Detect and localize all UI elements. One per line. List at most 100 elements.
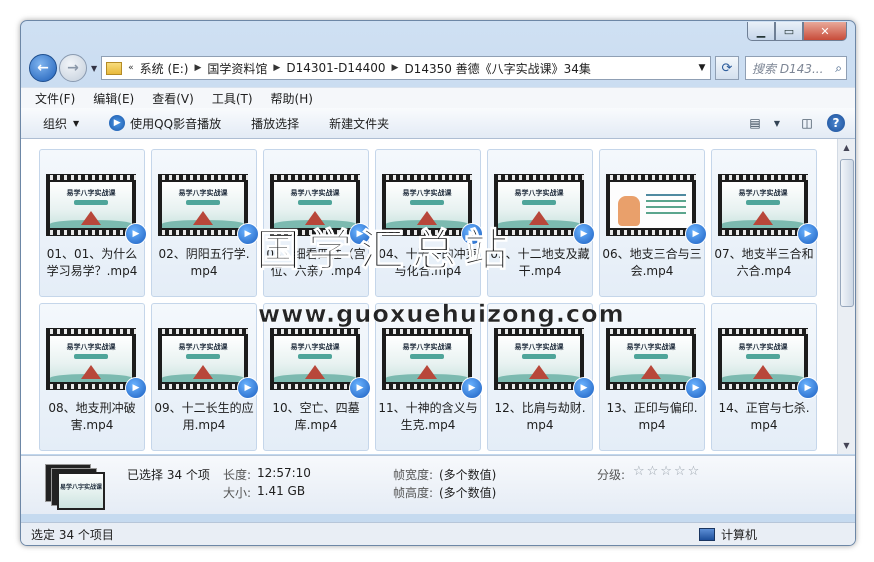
thumbnail-title: 易学八字实战课 — [738, 342, 788, 351]
breadcrumb-separator-icon[interactable]: ▶ — [392, 63, 399, 73]
file-list[interactable]: 易学八字实战课 ▶ 01、01、为什么学习易学？.mp4 易学八字实战课 ▶ 02、阴阳五… — [21, 139, 855, 454]
file-tile[interactable]: 易学八字实战课 ▶ 13、正印与偏印.mp4 — [599, 303, 707, 451]
play-with-qq-label: 使用QQ影音播放 — [130, 116, 222, 131]
thumbnail-subtitle-bar — [298, 354, 332, 359]
video-thumbnail: 易学八字实战课 — [158, 174, 248, 236]
recent-pages-dropdown-icon[interactable]: ▼ — [91, 64, 97, 73]
menu-help[interactable]: 帮助(H) — [271, 90, 313, 107]
forward-button[interactable]: → — [59, 54, 87, 82]
folder-icon — [106, 61, 123, 75]
pagoda-icon — [305, 211, 325, 225]
play-with-qq-button[interactable]: ▶ 使用QQ影音播放 — [109, 115, 221, 132]
vertical-scrollbar[interactable]: ▲ ▼ — [837, 139, 855, 454]
status-selection-text: 选定 34 个项目 — [31, 527, 114, 542]
qq-player-badge-icon: ▶ — [349, 377, 371, 399]
menu-tools[interactable]: 工具(T) — [212, 90, 253, 107]
pagoda-icon — [305, 365, 325, 379]
file-tile[interactable]: 易学八字实战课 ▶ 08、地支刑冲破害.mp4 — [39, 303, 147, 451]
video-thumbnail: 易学八字实战课 — [382, 328, 472, 390]
length-value: 12:57:10 — [257, 466, 311, 480]
menu-file[interactable]: 文件(F) — [35, 90, 75, 107]
scroll-up-icon[interactable]: ▲ — [838, 139, 855, 156]
thumbnail-title: 易学八字实战课 — [402, 188, 452, 197]
file-tile[interactable]: 易学八字实战课 ▶ 04、十天干的冲克与化合.mp4 — [375, 149, 483, 297]
minimize-button[interactable]: ▁ — [747, 22, 775, 41]
file-tile[interactable]: 易学八字实战课 ▶ 14、正官与七杀.mp4 — [711, 303, 819, 451]
thumbnail-subtitle-bar — [298, 200, 332, 205]
file-tile[interactable]: ▶ 06、地支三合与三会.mp4 — [599, 149, 707, 297]
thumbnail-subtitle-bar — [634, 354, 668, 359]
video-thumbnail: 易学八字实战课 — [494, 328, 584, 390]
video-thumbnail: 易学八字实战课 — [718, 328, 808, 390]
maximize-button[interactable]: ▭ — [775, 22, 803, 41]
search-placeholder: 搜索 D143... — [752, 61, 824, 76]
pagoda-icon — [81, 211, 101, 225]
file-tile[interactable]: 易学八字实战课 ▶ 09、十二长生的应用.mp4 — [151, 303, 259, 451]
breadcrumb-overflow[interactable]: « — [128, 63, 134, 73]
file-name: 10、空亡、四墓库.mp4 — [272, 401, 360, 432]
thumbnail-title: 易学八字实战课 — [290, 188, 340, 197]
thumbnail-title: 易学八字实战课 — [66, 342, 116, 351]
organize-button[interactable]: 组织 ▼ — [43, 115, 79, 132]
thumbnail-subtitle-bar — [410, 200, 444, 205]
change-view-icon[interactable]: ▤ — [745, 114, 765, 132]
thumbnail-subtitle-bar — [410, 354, 444, 359]
breadcrumb-drive[interactable]: 系统 (E:) — [140, 60, 189, 77]
video-thumbnail: 易学八字实战课 — [270, 174, 360, 236]
qq-player-badge-icon: ▶ — [685, 223, 707, 245]
video-thumbnail: 易学八字实战课 — [46, 174, 136, 236]
breadcrumb-library[interactable]: 国学资料馆 — [207, 60, 267, 77]
file-name: 14、正官与七杀.mp4 — [718, 401, 810, 432]
file-tile[interactable]: 易学八字实战课 ▶ 03、细看四柱（宫位、六亲）.mp4 — [263, 149, 371, 297]
new-folder-label: 新建文件夹 — [329, 116, 390, 131]
new-folder-button[interactable]: 新建文件夹 — [329, 115, 389, 132]
status-bar: 选定 34 个项目 计算机 — [21, 522, 855, 545]
breadcrumb-separator-icon[interactable]: ▶ — [194, 63, 201, 73]
close-button[interactable]: ✕ — [803, 22, 847, 41]
address-bar[interactable]: « 系统 (E:) ▶ 国学资料馆 ▶ D14301-D14400 ▶ D143… — [101, 56, 711, 80]
file-tile[interactable]: 易学八字实战课 ▶ 07、地支半三合和六合.mp4 — [711, 149, 819, 297]
rating-key: 分级: — [597, 468, 626, 482]
preview-pane-icon[interactable]: ◫ — [797, 114, 817, 132]
play-selection-button[interactable]: 播放选择 — [251, 115, 299, 132]
video-thumbnail: 易学八字实战课 — [382, 174, 472, 236]
help-icon[interactable]: ? — [827, 114, 845, 132]
pagoda-icon — [753, 365, 773, 379]
search-icon[interactable]: ⌕ — [835, 61, 842, 76]
pagoda-icon — [81, 365, 101, 379]
pagoda-icon — [529, 365, 549, 379]
size-value: 1.41 GB — [257, 484, 306, 498]
scroll-down-icon[interactable]: ▼ — [838, 437, 855, 454]
qq-player-badge-icon: ▶ — [125, 377, 147, 399]
menu-edit[interactable]: 编辑(E) — [93, 90, 134, 107]
breadcrumb-separator-icon[interactable]: ▶ — [273, 63, 280, 73]
back-button[interactable]: ← — [29, 54, 57, 82]
file-tile[interactable]: 易学八字实战课 ▶ 11、十神的含义与生克.mp4 — [375, 303, 483, 451]
rating-stars[interactable]: ☆☆☆☆☆ — [633, 464, 701, 479]
breadcrumb-current-folder[interactable]: D14350 善德《八字实战课》34集 — [404, 60, 591, 77]
details-pane: 易学八字实战课 已选择 34 个项 长度: 12:57:10 大小: 1.41 … — [21, 455, 855, 514]
menu-view[interactable]: 查看(V) — [152, 90, 194, 107]
pagoda-icon — [417, 211, 437, 225]
file-tile[interactable]: 易学八字实战课 ▶ 02、阴阳五行学.mp4 — [151, 149, 259, 297]
address-dropdown-icon[interactable]: ▼ — [694, 63, 710, 73]
qq-player-badge-icon: ▶ — [237, 377, 259, 399]
refresh-icon[interactable]: ⟳ — [715, 56, 739, 80]
qq-player-badge-icon: ▶ — [573, 223, 595, 245]
scrollbar-thumb[interactable] — [840, 159, 854, 307]
search-input[interactable]: 搜索 D143... ⌕ — [745, 56, 847, 80]
file-name: 07、地支半三合和六合.mp4 — [714, 247, 814, 278]
breadcrumb-range[interactable]: D14301-D14400 — [286, 61, 385, 75]
view-options-dropdown-icon[interactable]: ▼ — [767, 114, 787, 132]
file-name: 06、地支三合与三会.mp4 — [602, 247, 702, 278]
video-thumbnail — [606, 174, 696, 236]
video-thumbnail: 易学八字实战课 — [606, 328, 696, 390]
navigation-bar: ← → ▼ « 系统 (E:) ▶ 国学资料馆 ▶ D14301-D14400 … — [29, 53, 847, 83]
file-tile[interactable]: 易学八字实战课 ▶ 01、01、为什么学习易学？.mp4 — [39, 149, 147, 297]
file-tile[interactable]: 易学八字实战课 ▶ 10、空亡、四墓库.mp4 — [263, 303, 371, 451]
qq-player-badge-icon: ▶ — [797, 377, 819, 399]
file-tile[interactable]: 易学八字实战课 ▶ 05、十二地支及藏干.mp4 — [487, 149, 595, 297]
qq-player-badge-icon: ▶ — [349, 223, 371, 245]
file-tile[interactable]: 易学八字实战课 ▶ 12、比肩与劫财.mp4 — [487, 303, 595, 451]
slide-text-lines — [646, 194, 686, 196]
